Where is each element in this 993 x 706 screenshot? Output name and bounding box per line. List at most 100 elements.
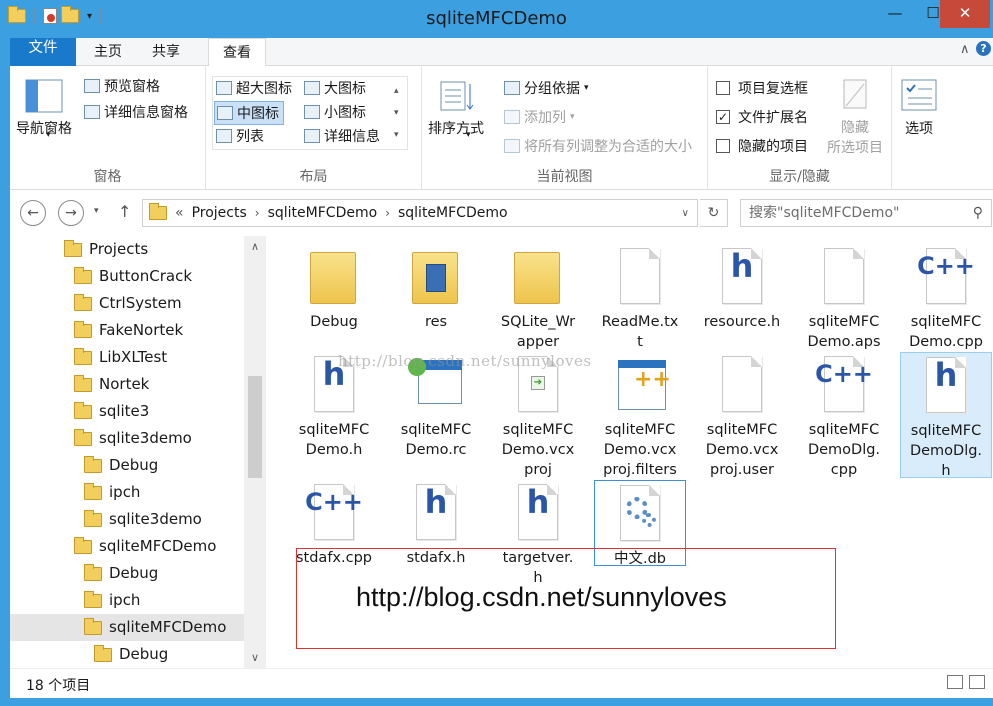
tab-view[interactable]: 查看 (208, 38, 266, 67)
large-icons-view-icon[interactable] (969, 675, 985, 689)
scroll-down-icon[interactable]: ∨ (244, 651, 266, 664)
large-icons-button[interactable]: 大图标 (304, 78, 366, 98)
file-item[interactable]: Debug (286, 244, 382, 332)
fit-columns-button[interactable]: 将所有列调整为合适的大小 (504, 136, 692, 156)
view-switcher (947, 675, 985, 689)
tree-item[interactable]: ipch (84, 479, 140, 506)
tree-item[interactable]: sqliteMFCDemo (74, 533, 216, 560)
file-item[interactable]: ReadMe.tx t (592, 244, 688, 352)
breadcrumb-sqlitemfcdemo-current[interactable]: sqliteMFCDemo (398, 205, 508, 221)
back-button[interactable]: ← (20, 200, 46, 226)
hide-selected-label-1: 隐藏 (841, 120, 869, 136)
close-button[interactable]: ✕ (940, 0, 990, 28)
tree-item-label: Debug (119, 645, 169, 663)
medium-icons-button[interactable]: 中图标 (214, 101, 284, 125)
details-pane-label: 详细信息窗格 (104, 105, 188, 121)
scroll-up-icon[interactable]: ∧ (244, 240, 266, 253)
tree-item[interactable]: Projects (64, 236, 148, 263)
file-name: sqliteMFC (808, 314, 880, 330)
tree-item[interactable]: Nortek (74, 371, 149, 398)
tree-item[interactable]: sqlite3demo (84, 506, 202, 533)
file-item[interactable]: ++ sqliteMFC Demo.vcx proj.filters (592, 352, 688, 480)
refresh-button[interactable]: ↻ (700, 199, 728, 227)
group-by-button[interactable]: 分组依据 ▾ (504, 78, 589, 98)
minimize-ribbon-icon[interactable]: ∧ (960, 42, 970, 57)
tree-item-selected[interactable]: sqliteMFCDemo (10, 614, 244, 641)
tab-file[interactable]: 文件 (10, 38, 76, 66)
tab-share[interactable]: 共享 (138, 38, 194, 66)
tree-item[interactable]: CtrlSystem (74, 290, 182, 317)
details-view-button[interactable]: 详细信息 (304, 126, 380, 146)
breadcrumb-projects[interactable]: Projects (192, 205, 247, 221)
search-icon[interactable]: ⚲ (973, 200, 983, 226)
folder-icon (302, 244, 366, 310)
forward-button[interactable]: → (58, 200, 84, 226)
tree-item[interactable]: LibXLTest (74, 344, 167, 371)
file-item[interactable]: sqliteMFC Demo.aps (796, 244, 892, 352)
chevron-right-icon[interactable]: › (255, 206, 260, 220)
file-item[interactable]: h resource.h (694, 244, 790, 332)
folder-icon (74, 401, 92, 419)
tree-item[interactable]: Debug (84, 452, 158, 479)
tree-item[interactable]: Debug (94, 641, 168, 668)
breadcrumb-overflow[interactable]: « (175, 205, 184, 221)
tree-item[interactable]: ipch (84, 587, 140, 614)
arrow-left-icon: ← (27, 205, 39, 221)
file-item[interactable]: C++ sqliteMFC DemoDlg. cpp (796, 352, 892, 480)
scroll-thumb[interactable] (248, 376, 262, 478)
hidden-items-toggle[interactable]: 隐藏的项目 (716, 136, 808, 156)
tree-item[interactable]: FakeNortek (74, 317, 183, 344)
address-bar[interactable]: « Projects › sqliteMFCDemo › sqliteMFCDe… (142, 199, 698, 227)
tree-scrollbar[interactable]: ∧ ∨ (244, 236, 266, 668)
details-pane-button[interactable]: 详细信息窗格 (84, 102, 188, 122)
preview-pane-button[interactable]: 预览窗格 (84, 76, 160, 96)
navigation-pane-icon (25, 79, 63, 113)
tree-item[interactable]: sqlite3demo (74, 425, 192, 452)
small-icons-button[interactable]: 小图标 (304, 102, 366, 122)
tree-item[interactable]: Debug (84, 560, 158, 587)
file-item[interactable]: SQLite_Wr apper (490, 244, 586, 352)
extra-large-icons-button[interactable]: 超大图标 (216, 78, 292, 98)
checkbox-checked[interactable]: ✓ (716, 110, 730, 124)
file-item[interactable]: C++ sqliteMFC Demo.cpp (898, 244, 993, 352)
navigation-pane-button[interactable]: 导航窗格 (16, 78, 72, 138)
file-name: SQLite_Wr (500, 314, 576, 330)
group-by-label: 分组依据 (524, 81, 580, 97)
checkbox[interactable] (716, 139, 730, 153)
file-item-selected[interactable]: h sqliteMFC DemoDlg. h (900, 352, 992, 479)
cpp-file-icon: C++ (812, 352, 876, 418)
extra-large-icons-label: 超大图标 (236, 81, 292, 97)
header-file-icon: h (506, 480, 570, 546)
recent-locations-button[interactable]: ▾ (94, 206, 99, 216)
help-icon[interactable]: ? (976, 41, 991, 56)
hide-selected-button[interactable]: 隐藏 所选项目 (822, 78, 888, 158)
file-item[interactable]: sqliteMFC Demo.vcx proj.user (694, 352, 790, 480)
list-view-button[interactable]: 列表 (216, 126, 264, 146)
file-name: sqliteMFC (706, 422, 778, 438)
add-column-button[interactable]: 添加列 ▾ (504, 107, 575, 127)
tree-item[interactable]: sqlite3 (74, 398, 149, 425)
breadcrumb-sqlitemfcdemo[interactable]: sqliteMFCDemo (268, 205, 378, 221)
up-button[interactable]: ↑ (118, 202, 131, 221)
file-extensions-toggle[interactable]: ✓ 文件扩展名 (716, 107, 808, 127)
file-item[interactable]: res (388, 244, 484, 332)
folder-icon (84, 455, 102, 473)
checkbox[interactable] (716, 81, 730, 95)
file-item[interactable]: ➔ sqliteMFC Demo.vcx proj (490, 352, 586, 480)
options-group: 选项 (892, 66, 952, 190)
options-button[interactable]: 选项 (900, 78, 938, 138)
item-checkboxes-toggle[interactable]: 项目复选框 (716, 78, 808, 98)
sort-icon (440, 81, 474, 111)
sort-by-button[interactable]: 排序方式 (428, 78, 484, 138)
address-dropdown-icon[interactable]: ∨ (682, 208, 689, 219)
file-name: Demo.vcx (705, 442, 779, 458)
search-input[interactable]: 搜索"sqliteMFCDemo" ⚲ (740, 199, 992, 227)
chevron-right-icon[interactable]: › (385, 206, 390, 220)
folder-icon (84, 509, 102, 527)
tree-item[interactable]: ButtonCrack (74, 263, 192, 290)
tab-home[interactable]: 主页 (80, 38, 136, 66)
details-view-icon[interactable] (947, 675, 963, 689)
file-name: Debug (310, 314, 358, 330)
gallery-scroll[interactable]: ▴ ▾ ▾ (394, 80, 399, 146)
folder-icon (74, 428, 92, 446)
